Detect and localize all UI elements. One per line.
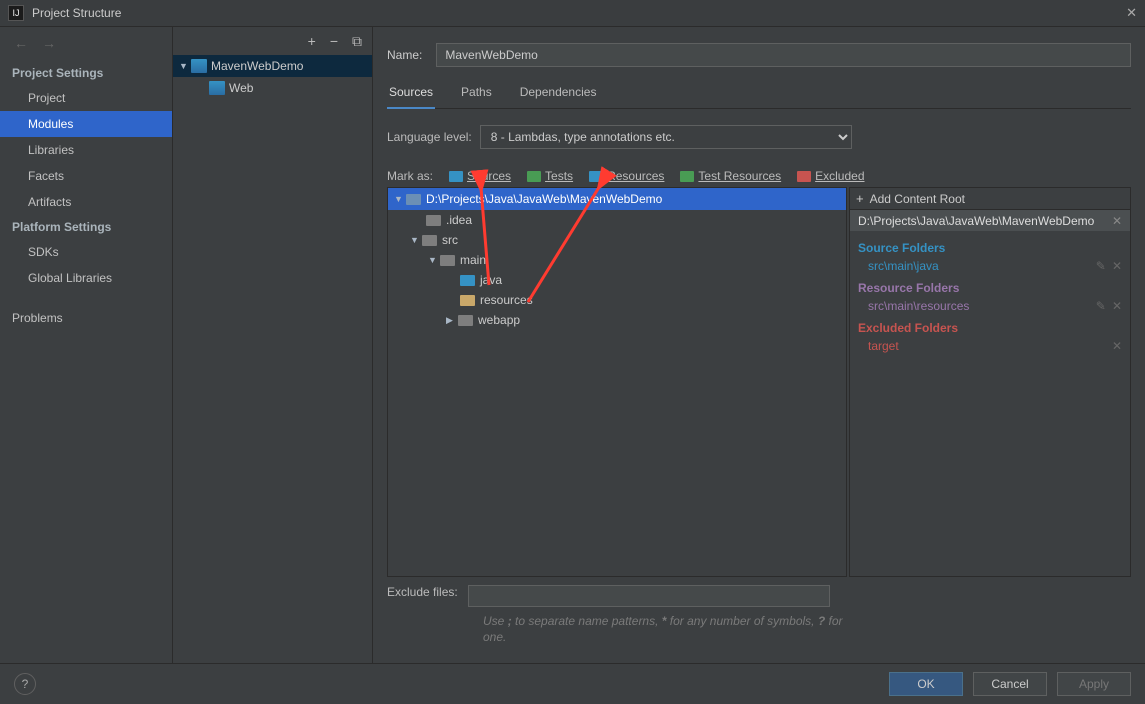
content-root-row[interactable]: ▼ D:\Projects\Java\JavaWeb\MavenWebDemo — [388, 188, 846, 210]
source-folders-title: Source Folders — [858, 241, 1122, 255]
nav-modules[interactable]: Modules — [0, 111, 172, 137]
mark-as-label: Mark as: — [387, 169, 433, 183]
add-module-icon[interactable]: + — [308, 33, 316, 49]
name-input[interactable] — [436, 43, 1131, 67]
mark-test-resources-button[interactable]: Test Resources — [680, 169, 781, 183]
mark-as-row: Mark as: Sources Tests Resources Test Re… — [387, 169, 1131, 183]
help-button[interactable]: ? — [14, 673, 36, 695]
window-title: Project Structure — [32, 6, 1126, 20]
excluded-folder-item[interactable]: target✕ — [858, 337, 1122, 357]
source-folder-icon — [460, 275, 475, 286]
name-label: Name: — [387, 48, 422, 62]
nav-problems[interactable]: Problems — [0, 305, 172, 331]
module-tabs: Sources Paths Dependencies — [387, 85, 1131, 109]
mark-excluded-button[interactable]: Excluded — [797, 169, 864, 183]
close-icon[interactable]: ✕ — [1126, 5, 1137, 21]
remove-icon[interactable]: ✕ — [1112, 339, 1122, 353]
nav-libraries[interactable]: Libraries — [0, 137, 172, 163]
nav-artifacts[interactable]: Artifacts — [0, 189, 172, 215]
module-root-label: MavenWebDemo — [211, 59, 303, 73]
section-platform-settings: Platform Settings — [0, 215, 172, 239]
nav-project[interactable]: Project — [0, 85, 172, 111]
folder-resources[interactable]: resources — [388, 290, 846, 310]
apply-button[interactable]: Apply — [1057, 672, 1131, 696]
edit-icon[interactable]: ✎ — [1096, 299, 1106, 313]
content-root-path-bar[interactable]: D:\Projects\Java\JavaWeb\MavenWebDemo✕ — [849, 209, 1131, 231]
plus-icon: + — [856, 191, 864, 206]
folder-icon — [406, 194, 421, 205]
copy-module-icon[interactable]: ⧉ — [352, 33, 362, 50]
nav-sdks[interactable]: SDKs — [0, 239, 172, 265]
module-icon — [191, 59, 207, 73]
mark-resources-button[interactable]: Resources — [589, 169, 664, 183]
excluded-color-icon — [797, 171, 811, 182]
nav-forward-icon[interactable]: → — [42, 35, 56, 51]
exclude-hint: Use ; to separate name patterns, * for a… — [483, 613, 853, 645]
nav-facets[interactable]: Facets — [0, 163, 172, 189]
chevron-down-icon: ▼ — [179, 61, 191, 71]
folder-idea[interactable]: .idea — [388, 210, 846, 230]
left-nav: ← → Project Settings Project Modules Lib… — [0, 27, 173, 663]
resource-folder-item[interactable]: src\main\resources✎ ✕ — [858, 297, 1122, 317]
module-tree-panel: + − ⧉ ▼ MavenWebDemo Web — [173, 27, 373, 663]
chevron-down-icon: ▼ — [394, 194, 406, 204]
tests-color-icon — [527, 171, 541, 182]
tab-sources[interactable]: Sources — [387, 85, 435, 109]
source-folder-item[interactable]: src\main\java✎ ✕ — [858, 257, 1122, 277]
nav-back-icon[interactable]: ← — [14, 35, 28, 51]
folder-icon — [458, 315, 473, 326]
folder-main[interactable]: ▼main — [388, 250, 846, 270]
excluded-folders-title: Excluded Folders — [858, 321, 1122, 335]
language-level-label: Language level: — [387, 130, 472, 144]
tab-paths[interactable]: Paths — [459, 85, 494, 108]
add-content-root-button[interactable]: +Add Content Root — [849, 187, 1131, 209]
source-tree: ▼ D:\Projects\Java\JavaWeb\MavenWebDemo … — [387, 187, 847, 577]
web-icon — [209, 81, 225, 95]
remove-icon[interactable]: ✕ — [1112, 259, 1122, 273]
exclude-files-label: Exclude files: — [387, 585, 458, 599]
resource-folders-title: Resource Folders — [858, 281, 1122, 295]
folder-icon — [440, 255, 455, 266]
folder-icon — [426, 215, 441, 226]
nav-global-libraries[interactable]: Global Libraries — [0, 265, 172, 291]
chevron-right-icon: ▶ — [446, 315, 458, 326]
mark-tests-button[interactable]: Tests — [527, 169, 573, 183]
resource-folder-icon — [460, 295, 475, 306]
folder-src[interactable]: ▼src — [388, 230, 846, 250]
tab-dependencies[interactable]: Dependencies — [518, 85, 599, 108]
content-root-path: D:\Projects\Java\JavaWeb\MavenWebDemo — [426, 192, 662, 206]
mark-sources-button[interactable]: Sources — [449, 169, 511, 183]
module-web-label: Web — [229, 81, 253, 95]
module-web[interactable]: Web — [173, 77, 372, 99]
folder-icon — [422, 235, 437, 246]
folder-java[interactable]: java — [388, 270, 846, 290]
remove-module-icon[interactable]: − — [330, 33, 338, 49]
remove-root-icon[interactable]: ✕ — [1112, 214, 1122, 228]
titlebar: IJ Project Structure ✕ — [0, 0, 1145, 27]
chevron-down-icon: ▼ — [428, 255, 440, 265]
resources-color-icon — [589, 171, 603, 182]
section-project-settings: Project Settings — [0, 61, 172, 85]
sources-color-icon — [449, 171, 463, 182]
app-icon: IJ — [8, 5, 24, 21]
module-details: Name: Sources Paths Dependencies Languag… — [373, 27, 1145, 663]
folder-webapp[interactable]: ▶webapp — [388, 310, 846, 330]
exclude-files-input[interactable] — [468, 585, 830, 607]
edit-icon[interactable]: ✎ — [1096, 259, 1106, 273]
chevron-down-icon: ▼ — [410, 235, 422, 245]
language-level-select[interactable]: 8 - Lambdas, type annotations etc. — [480, 125, 852, 149]
content-roots-panel: +Add Content Root D:\Projects\Java\JavaW… — [849, 187, 1131, 577]
cancel-button[interactable]: Cancel — [973, 672, 1047, 696]
bottom-bar: ? OK Cancel Apply — [0, 663, 1145, 704]
module-root[interactable]: ▼ MavenWebDemo — [173, 55, 372, 77]
ok-button[interactable]: OK — [889, 672, 963, 696]
test-resources-color-icon — [680, 171, 694, 182]
remove-icon[interactable]: ✕ — [1112, 299, 1122, 313]
